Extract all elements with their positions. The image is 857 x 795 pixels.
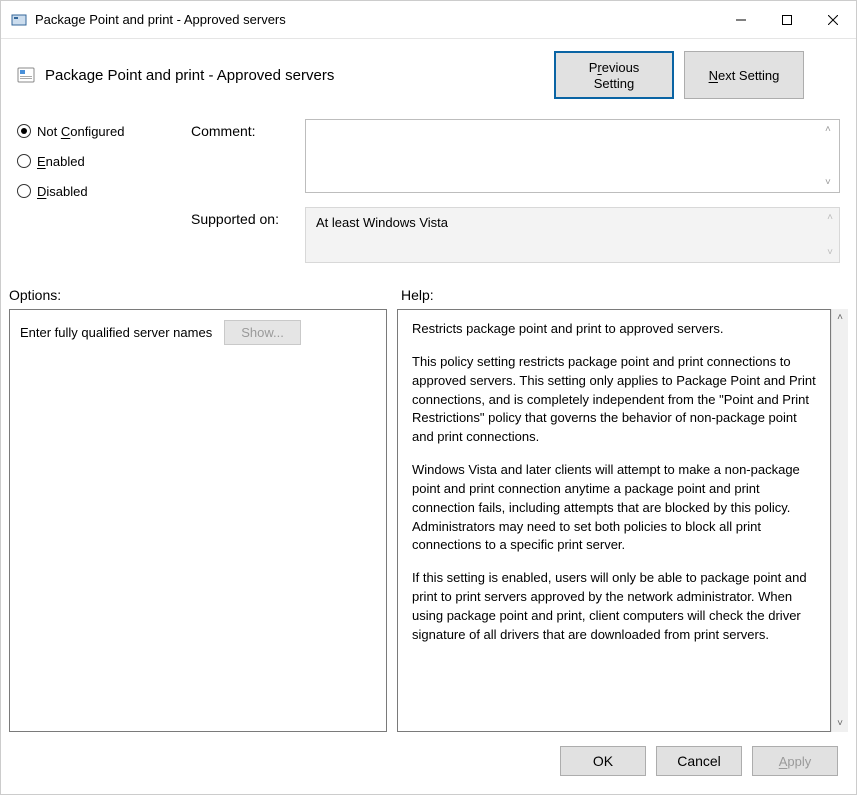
help-paragraph: This policy setting restricts package po… xyxy=(412,353,816,447)
radio-icon xyxy=(17,184,31,198)
radio-label: Not Configured xyxy=(37,123,124,139)
close-button[interactable] xyxy=(810,5,856,35)
scroll-up-icon: ˄ xyxy=(825,124,835,135)
scroll-down-icon: ˅ xyxy=(827,247,833,258)
radio-icon xyxy=(17,124,31,138)
page-header: Package Point and print - Approved serve… xyxy=(1,39,856,115)
ok-button[interactable]: OK xyxy=(560,746,646,776)
scroll-down-icon[interactable]: ˅ xyxy=(832,715,848,732)
help-pane: Restricts package point and print to app… xyxy=(397,309,831,732)
radio-not-configured[interactable]: Not Configured xyxy=(17,123,187,139)
radio-label: Disabled xyxy=(37,183,88,199)
cancel-button[interactable]: Cancel xyxy=(656,746,742,776)
window-title: Package Point and print - Approved serve… xyxy=(35,12,718,27)
options-section-label: Options: xyxy=(9,287,401,303)
supported-on-value: At least Windows Vista xyxy=(316,215,448,230)
comment-label: Comment: xyxy=(191,119,301,139)
radio-icon xyxy=(17,154,31,168)
scroll-up-icon[interactable]: ˄ xyxy=(832,309,848,326)
radio-label: Enabled xyxy=(37,153,85,169)
help-paragraph: Windows Vista and later clients will att… xyxy=(412,461,816,555)
options-pane: Enter fully qualified server names Show.… xyxy=(9,309,387,732)
radio-enabled[interactable]: Enabled xyxy=(17,153,187,169)
minimize-button[interactable] xyxy=(718,5,764,35)
show-button[interactable]: Show... xyxy=(224,320,301,345)
app-icon xyxy=(11,12,27,28)
policy-title: Package Point and print - Approved serve… xyxy=(45,67,544,84)
policy-icon xyxy=(17,66,35,84)
radio-disabled[interactable]: Disabled xyxy=(17,183,187,199)
scroll-down-icon: ˅ xyxy=(825,177,835,188)
help-paragraph: If this setting is enabled, users will o… xyxy=(412,569,816,644)
dialog-footer: OK Cancel Apply xyxy=(1,732,856,794)
help-scrollbar[interactable]: ˄ ˅ xyxy=(831,309,848,732)
maximize-button[interactable] xyxy=(764,5,810,35)
apply-button[interactable]: Apply xyxy=(752,746,838,776)
titlebar: Package Point and print - Approved serve… xyxy=(1,1,856,39)
next-setting-button[interactable]: Next Setting xyxy=(684,51,804,99)
scroll-up-icon: ˄ xyxy=(827,212,833,223)
help-section-label: Help: xyxy=(401,287,434,303)
dialog-window: Package Point and print - Approved serve… xyxy=(0,0,857,795)
supported-on-label: Supported on: xyxy=(191,207,301,227)
help-paragraph: Restricts package point and print to app… xyxy=(412,320,816,339)
previous-setting-button[interactable]: Previous Setting xyxy=(554,51,674,99)
comment-textarea[interactable]: ˄ ˅ xyxy=(305,119,840,193)
supported-on-box: At least Windows Vista ˄ ˅ xyxy=(305,207,840,263)
server-names-label: Enter fully qualified server names xyxy=(20,325,212,340)
